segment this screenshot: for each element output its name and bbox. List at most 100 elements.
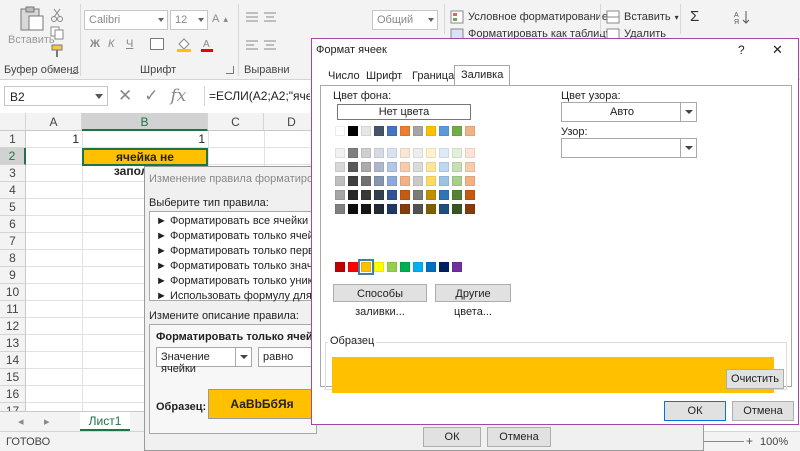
row-header[interactable]: 2 [0, 148, 26, 165]
scroll-left-icon[interactable]: ◂ [18, 415, 24, 428]
help-icon[interactable]: ? [738, 43, 745, 57]
color-swatch[interactable] [374, 204, 384, 214]
delete-cells-button[interactable]: Удалить [606, 28, 666, 38]
row-header[interactable]: 11 [0, 301, 26, 318]
format-as-table-button[interactable]: Форматировать как таблицу [450, 28, 611, 38]
color-swatch[interactable] [426, 190, 436, 200]
color-swatch[interactable] [413, 148, 423, 158]
color-swatch[interactable] [348, 148, 358, 158]
format-cancel-button[interactable]: Отмена [732, 401, 794, 421]
color-swatch[interactable] [413, 162, 423, 172]
underline-button[interactable]: Ч [126, 38, 133, 50]
color-swatch[interactable] [439, 126, 449, 136]
pattern-style-select[interactable] [561, 138, 697, 158]
cell-a1[interactable]: 1 [26, 131, 82, 148]
color-swatch[interactable] [335, 204, 345, 214]
color-swatch[interactable] [452, 190, 462, 200]
color-swatch[interactable] [387, 190, 397, 200]
cut-button[interactable] [50, 8, 64, 22]
row-header[interactable]: 8 [0, 250, 26, 267]
font-size-combo[interactable]: 12 [170, 10, 208, 30]
color-swatch[interactable] [452, 162, 462, 172]
color-swatch[interactable] [452, 204, 462, 214]
color-palette[interactable] [321, 86, 521, 286]
sort-filter-button[interactable]: AЯ [734, 10, 756, 24]
fill-effects-button[interactable]: Способы заливки... [333, 284, 427, 318]
color-swatch[interactable] [465, 204, 475, 214]
color-swatch[interactable] [335, 162, 345, 172]
row-header[interactable]: 15 [0, 369, 26, 386]
color-swatch[interactable] [348, 176, 358, 186]
rule-cancel-button[interactable]: Отмена [487, 427, 551, 447]
color-swatch[interactable] [335, 148, 345, 158]
paste-button[interactable]: Вставить [8, 6, 55, 46]
sheet-tab-1[interactable]: Лист1 [80, 412, 130, 431]
cell-b1[interactable]: 1 [82, 131, 208, 148]
color-swatch[interactable] [413, 176, 423, 186]
color-swatch[interactable] [348, 190, 358, 200]
italic-button[interactable]: К [108, 38, 114, 50]
tab-fill[interactable]: Заливка [454, 65, 511, 85]
color-swatch[interactable] [465, 148, 475, 158]
color-swatch[interactable] [387, 176, 397, 186]
align-left-button[interactable] [244, 38, 294, 52]
color-swatch[interactable] [439, 190, 449, 200]
tab-border[interactable]: Граница [406, 67, 460, 85]
color-swatch[interactable] [400, 262, 410, 272]
column-header-a[interactable]: A [26, 113, 82, 131]
zoom-in-icon[interactable]: + [746, 434, 753, 448]
font-launcher-icon[interactable] [226, 66, 234, 74]
color-swatch[interactable] [348, 162, 358, 172]
select-all-corner[interactable] [0, 113, 26, 131]
color-swatch[interactable] [361, 126, 371, 136]
color-swatch[interactable] [426, 162, 436, 172]
fill-color-button[interactable] [176, 38, 192, 52]
column-header-c[interactable]: C [208, 113, 264, 131]
color-swatch[interactable] [387, 162, 397, 172]
color-swatch[interactable] [426, 126, 436, 136]
row-header[interactable]: 1 [0, 131, 26, 148]
color-swatch[interactable] [465, 176, 475, 186]
conditional-formatting-button[interactable]: Условное форматирование▾ [450, 10, 616, 24]
color-swatch[interactable] [439, 148, 449, 158]
autosum-button[interactable]: Σ [690, 8, 699, 25]
color-swatch[interactable] [413, 126, 423, 136]
color-swatch[interactable] [335, 190, 345, 200]
color-swatch[interactable] [335, 126, 345, 136]
color-swatch[interactable] [374, 262, 384, 272]
row-header[interactable]: 3 [0, 165, 26, 182]
color-swatch[interactable] [400, 204, 410, 214]
column-header-b[interactable]: B [82, 113, 208, 131]
color-swatch[interactable] [361, 190, 371, 200]
format-painter-button[interactable] [50, 44, 64, 58]
clipboard-launcher-icon[interactable] [70, 66, 78, 74]
row-header[interactable]: 5 [0, 199, 26, 216]
color-swatch[interactable] [348, 204, 358, 214]
color-swatch[interactable] [400, 190, 410, 200]
color-swatch[interactable] [387, 262, 397, 272]
rule-type-list[interactable]: ► Форматировать все ячейки на осно ► Фор… [149, 211, 351, 302]
row-header[interactable]: 6 [0, 216, 26, 233]
color-swatch[interactable] [348, 262, 358, 272]
grow-font-button[interactable]: A ▴ [212, 13, 228, 25]
color-swatch[interactable] [465, 126, 475, 136]
cell-b2[interactable]: ячейка не заполнена [82, 148, 208, 178]
zoom-level[interactable]: 100% [760, 436, 788, 448]
borders-button[interactable] [150, 38, 164, 50]
color-swatch[interactable] [452, 262, 462, 272]
color-swatch[interactable] [465, 190, 475, 200]
tab-font[interactable]: Шрифт [360, 67, 408, 85]
color-swatch[interactable] [452, 148, 462, 158]
color-swatch[interactable] [387, 148, 397, 158]
color-swatch[interactable] [452, 176, 462, 186]
insert-function-icon[interactable]: fx [171, 86, 187, 106]
color-swatch[interactable] [348, 126, 358, 136]
color-swatch[interactable] [439, 204, 449, 214]
color-swatch[interactable] [387, 126, 397, 136]
row-header[interactable]: 10 [0, 284, 26, 301]
color-swatch[interactable] [426, 176, 436, 186]
color-swatch[interactable] [400, 176, 410, 186]
format-ok-button[interactable]: ОК [664, 401, 726, 421]
row-header[interactable]: 7 [0, 233, 26, 250]
font-color-button[interactable]: A [200, 38, 214, 52]
